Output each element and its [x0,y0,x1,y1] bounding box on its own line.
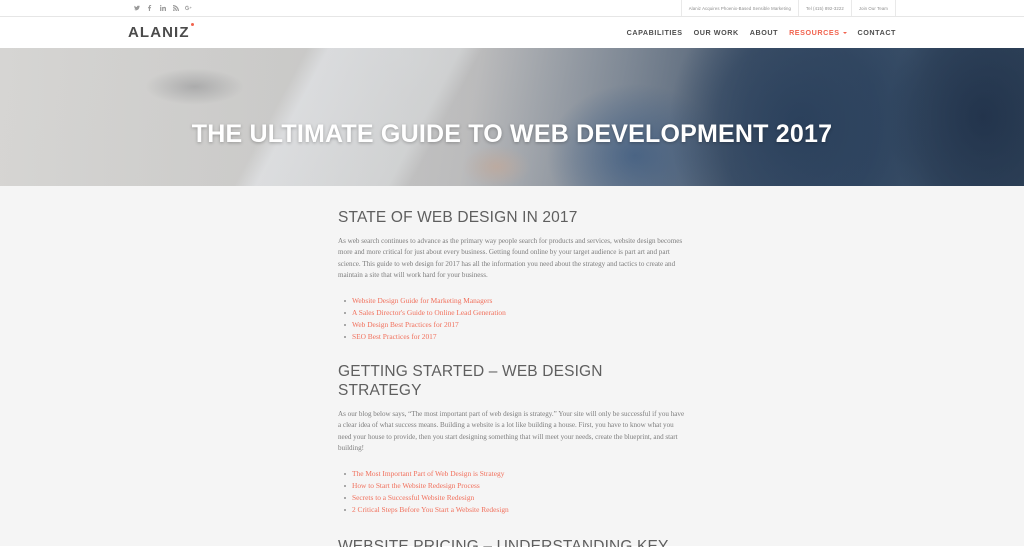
content-column: STATE OF WEB DESIGN IN 2017 As web searc… [336,209,688,547]
list-item[interactable]: SEO Best Practices for 2017 [344,331,688,343]
section-body-state-of-web-design: As web search continues to advance as th… [338,236,683,280]
nav-label-capabilities: CAPABILITIES [626,28,683,37]
nav-label-about: ABOUT [749,28,779,37]
top-utility-bar-inner: Alaniz Acquires Phoenix-Based Sensible M… [128,0,896,16]
facebook-icon[interactable] [143,0,156,17]
list-item[interactable]: Web Design Best Practices for 2017 [344,319,688,331]
site-header: ALANIZ CAPABILITIES OUR WORK ABOUT RESOU… [0,17,1024,48]
list-item[interactable]: 2 Critical Steps Before You Start a Webs… [344,504,688,516]
link-list-getting-started: The Most Important Part of Web Design is… [338,468,688,516]
list-item[interactable]: Secrets to a Successful Website Redesign [344,492,688,504]
top-utility-bar: Alaniz Acquires Phoenix-Based Sensible M… [0,0,1024,17]
nav-item-contact[interactable]: CONTACT [858,28,896,37]
nav-label-resources: RESOURCES [789,28,840,37]
nav-item-resources[interactable]: RESOURCES [789,28,847,37]
nav-label-contact: CONTACT [857,28,896,37]
hero-banner: THE ULTIMATE GUIDE TO WEB DEVELOPMENT 20… [0,48,1024,186]
googleplus-icon[interactable] [182,0,195,17]
topbar-link-careers[interactable]: Join Our Team [850,0,896,16]
chevron-down-icon [842,32,847,34]
logo-text: ALANIZ [128,24,190,41]
twitter-icon[interactable] [130,0,143,17]
section-body-getting-started: As our blog below says, “The most import… [338,409,685,453]
main-navigation: CAPABILITIES OUR WORK ABOUT RESOURCES CO… [627,28,896,37]
list-item[interactable]: The Most Important Part of Web Design is… [344,468,688,480]
link-list-state-of-web-design: Website Design Guide for Marketing Manag… [338,295,688,343]
hero-overlay [0,48,1024,186]
social-links [128,0,195,16]
section-heading-state-of-web-design: STATE OF WEB DESIGN IN 2017 [338,209,578,226]
list-item[interactable]: A Sales Director's Guide to Online Lead … [344,307,688,319]
section-heading-getting-started: GETTING STARTED – WEB DESIGN STRATEGY [338,363,603,399]
nav-item-capabilities[interactable]: CAPABILITIES [627,28,683,37]
nav-item-our-work[interactable]: OUR WORK [694,28,739,37]
list-item[interactable]: Website Design Guide for Marketing Manag… [344,295,688,307]
logo-dot-icon [190,23,195,27]
section-heading-website-pricing: WEBSITE PRICING – UNDERSTANDING KEY COST… [338,538,669,547]
topbar-link-phone[interactable]: Tel (415) 892-3222 [797,0,851,16]
top-utility-links: Alaniz Acquires Phoenix-Based Sensible M… [680,0,896,16]
page-title: THE ULTIMATE GUIDE TO WEB DEVELOPMENT 20… [191,119,833,148]
nav-label-our-work: OUR WORK [693,28,739,37]
rss-icon[interactable] [169,0,182,17]
logo[interactable]: ALANIZ [128,23,195,41]
site-header-inner: ALANIZ CAPABILITIES OUR WORK ABOUT RESOU… [128,23,896,41]
main-content: STATE OF WEB DESIGN IN 2017 As web searc… [0,186,1024,547]
topbar-link-news[interactable]: Alaniz Acquires Phoenix-Based Sensible M… [680,0,798,16]
list-item[interactable]: How to Start the Website Redesign Proces… [344,480,688,492]
nav-item-about[interactable]: ABOUT [750,28,778,37]
linkedin-icon[interactable] [156,0,169,17]
